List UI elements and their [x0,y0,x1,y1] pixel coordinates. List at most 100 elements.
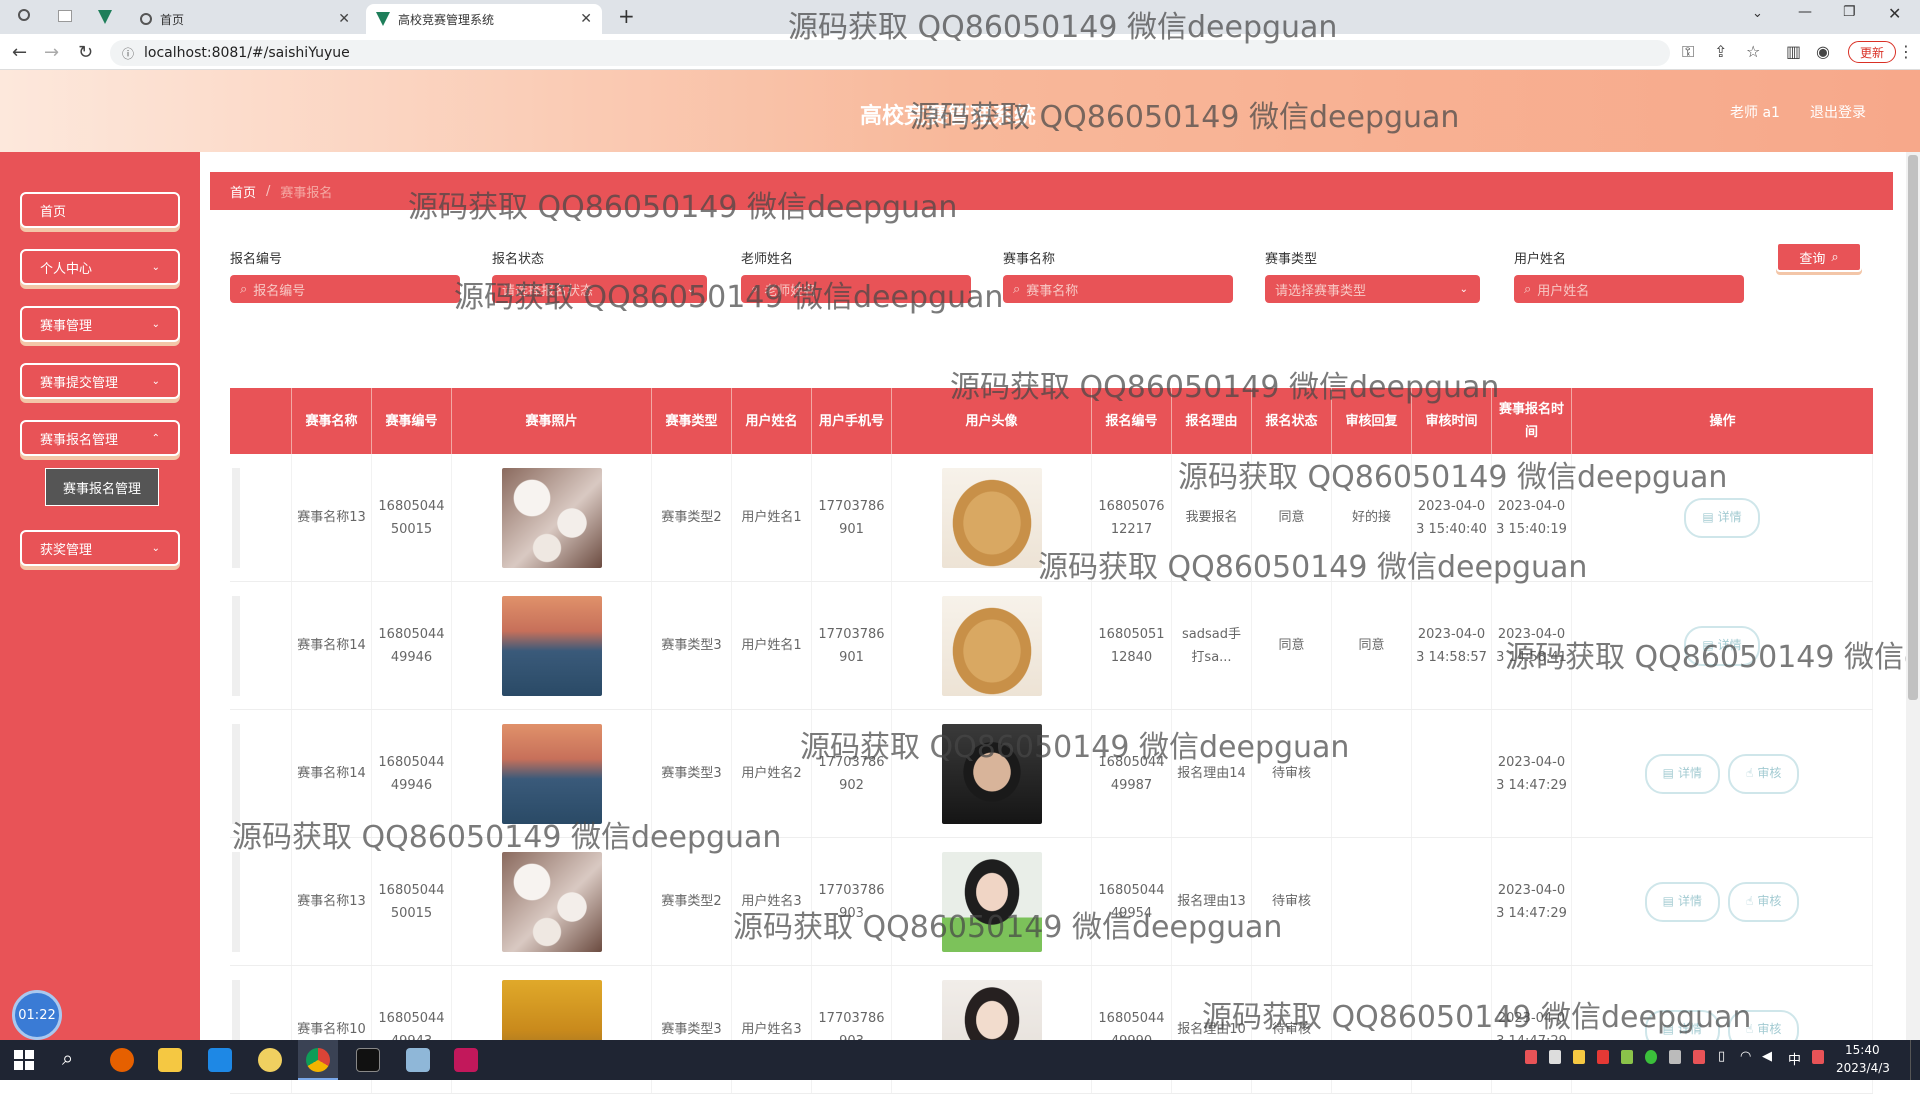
vscode-icon[interactable] [208,1048,232,1072]
tray-app-icon[interactable] [1693,1050,1705,1064]
search-icon[interactable]: ⌕ [62,1046,73,1070]
menu-dots-icon[interactable]: ⋮ [1898,42,1914,61]
tray-app-icon[interactable] [1669,1050,1681,1064]
user-avatar-image[interactable] [941,723,1042,824]
share-icon[interactable]: ⇪ [1714,42,1727,61]
detail-button[interactable]: ▤ 详情 [1684,625,1760,666]
sidebar-item-label: 首页 [40,204,67,220]
app-icon[interactable] [258,1048,282,1072]
event-id-cell: 1680504450015 [372,838,452,965]
scrollbar-thumb[interactable] [1908,155,1918,700]
notepad-icon[interactable] [406,1048,430,1072]
windows-start-icon[interactable] [14,1050,34,1070]
url-bar[interactable]: ⓘ localhost:8081/#/saishiYuyue [110,40,1670,66]
event-name-text: 赛事名称14 [297,766,366,781]
terminal-icon[interactable] [356,1048,380,1072]
breadcrumb-home[interactable]: 首页 [230,182,256,201]
tab-list-icon[interactable]: ⌄ [1752,6,1763,21]
timer-badge[interactable]: 01:22 [12,990,62,1040]
new-tab-icon[interactable]: + [618,4,635,28]
tab-home[interactable]: 首页 ✕ [130,4,360,34]
chrome-taskbar-active[interactable] [298,1040,338,1080]
current-user[interactable]: 老师 a1 [1730,102,1780,122]
logout-link[interactable]: 退出登录 [1810,102,1866,122]
back-icon[interactable]: ← [12,42,27,63]
row-checkbox[interactable] [232,595,240,696]
sidebar-item-registration-management[interactable]: 赛事报名管理 ⌃ [20,420,180,456]
event-photo-image[interactable] [501,595,602,696]
detail-button[interactable]: ▤ 详情 [1684,497,1760,538]
profile-icon[interactable]: ◉ [1816,42,1830,61]
search-icon: ⌕ [1831,249,1839,265]
clock-date[interactable]: 2023/4/3 [1836,1061,1890,1075]
event-photo-image[interactable] [501,851,602,952]
submenu-registration-management[interactable]: 赛事报名管理 [45,468,159,506]
tray-folder-icon[interactable] [1573,1050,1585,1064]
page-icon[interactable] [58,10,72,22]
event-photo-image[interactable] [501,467,602,568]
row-select-cell[interactable] [230,710,292,837]
review-button[interactable]: ☝ 审核 [1728,753,1800,794]
close-icon[interactable]: ✕ [338,11,350,27]
tab-label: 高校竞赛管理系统 [398,12,495,27]
sidebar-item-event-management[interactable]: 赛事管理 ⌄ [20,306,180,342]
event-photo-cell [452,582,652,709]
event-type-select[interactable]: 请选择赛事类型 ⌄ [1265,275,1480,303]
sidebar-item-personal-center[interactable]: 个人中心 ⌄ [20,249,180,285]
star-icon[interactable]: ☆ [1746,42,1760,61]
row-select-cell[interactable] [230,454,292,581]
show-desktop-button[interactable] [1910,1040,1920,1080]
status-select[interactable]: 请选择报名状态 ⌄ [492,275,707,303]
row-checkbox[interactable] [232,851,240,952]
user-avatar-image[interactable] [941,851,1042,952]
tray-app-icon[interactable] [1621,1050,1633,1064]
file-explorer-icon[interactable] [158,1048,182,1072]
tray-app-icon[interactable] [1525,1050,1537,1064]
ime-indicator[interactable]: 中 [1788,1049,1801,1068]
sidebar-item-award-management[interactable]: 获奖管理 ⌄ [20,530,180,566]
update-button[interactable]: 更新 [1848,41,1896,63]
row-select-cell[interactable] [230,582,292,709]
review-button[interactable]: ☝ 审核 [1728,881,1800,922]
reload-icon[interactable]: ↻ [78,42,93,63]
sidepanel-icon[interactable]: ▥ [1786,42,1801,61]
minimize-icon[interactable]: — [1798,4,1812,20]
close-window-icon[interactable]: ✕ [1888,4,1901,23]
user-name-input[interactable]: ⌕ 用户姓名 [1514,275,1744,303]
sidebar-item-submission-management[interactable]: 赛事提交管理 ⌄ [20,363,180,399]
sidebar-item-label: 获奖管理 [40,542,93,558]
detail-button[interactable]: ▤ 详情 [1644,753,1721,794]
user-avatar-image[interactable] [941,467,1042,568]
event-photo-image[interactable] [501,723,602,824]
reg-id-input[interactable]: ⌕ 报名编号 [230,275,460,303]
row-select-cell[interactable] [230,838,292,965]
row-checkbox[interactable] [232,467,240,568]
sidebar-item-home[interactable]: 首页 [20,192,180,228]
volume-icon[interactable]: ◀ [1762,1049,1772,1064]
forward-icon[interactable]: → [44,42,59,63]
tray-app-icon[interactable] [1812,1050,1824,1064]
clock-time[interactable]: 15:40 [1845,1043,1880,1057]
teacher-name-input[interactable]: ⌕ 老师姓名 [741,275,971,303]
query-button[interactable]: 查询 ⌕ [1776,242,1862,272]
intellij-icon[interactable] [454,1048,478,1072]
close-icon[interactable]: ✕ [580,11,592,27]
battery-icon[interactable]: ▯ [1718,1049,1725,1064]
back-history-icon[interactable] [18,9,30,21]
reg-time-cell: 2023-04-03 14:47:29 [1492,710,1572,837]
tab-system[interactable]: 高校竞赛管理系统 ✕ [366,4,602,34]
key-icon[interactable]: ⚿ [1682,42,1694,62]
vue-favicon-icon [376,12,390,26]
wifi-icon[interactable]: ◠ [1740,1049,1751,1064]
row-checkbox[interactable] [232,723,240,824]
reply-text: 同意 [1358,638,1385,653]
tray-app-icon[interactable] [1549,1050,1561,1064]
vue-favicon-icon[interactable] [98,10,112,24]
event-name-input[interactable]: ⌕ 赛事名称 [1003,275,1233,303]
tray-app-icon[interactable] [1597,1050,1609,1064]
user-avatar-image[interactable] [941,595,1042,696]
wechat-icon[interactable] [1645,1050,1657,1064]
firefox-icon[interactable] [110,1048,134,1072]
restore-icon[interactable]: ❐ [1843,4,1856,20]
detail-button[interactable]: ▤ 详情 [1644,881,1721,922]
